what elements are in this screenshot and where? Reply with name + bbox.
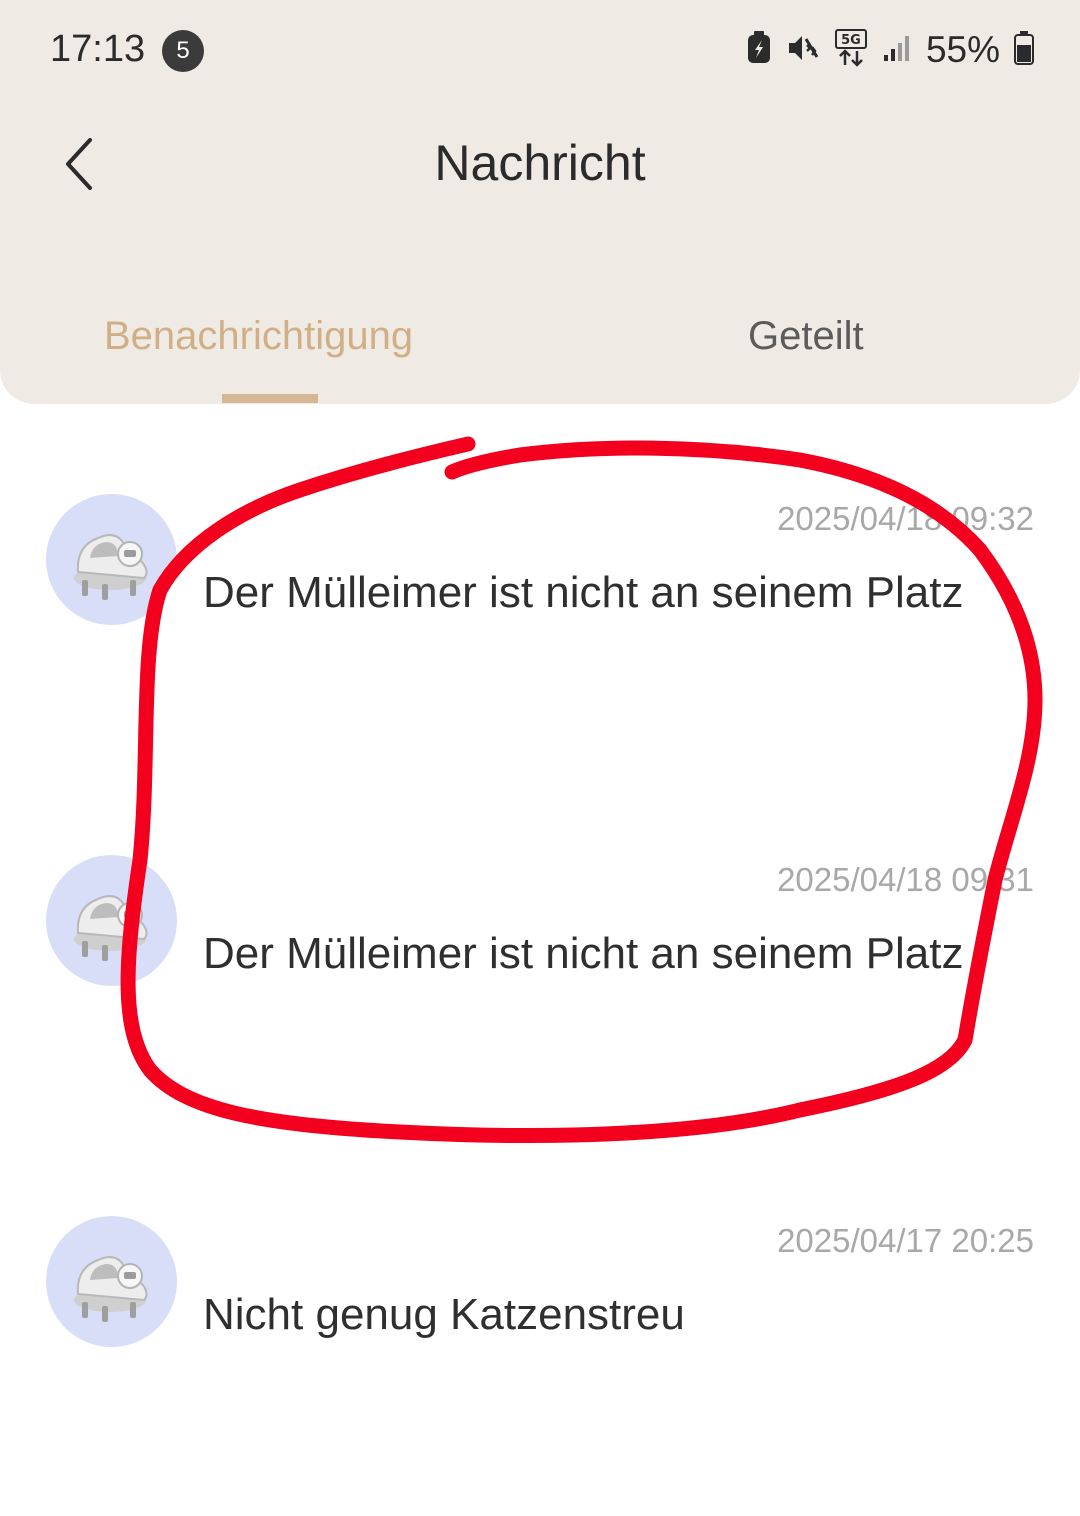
svg-text:5G: 5G xyxy=(841,33,861,48)
network-5g-icon: 5G xyxy=(834,28,868,72)
battery-percentage: 55% xyxy=(925,29,1000,70)
battery-saver-icon xyxy=(746,30,772,70)
battery-icon xyxy=(1014,30,1034,70)
notification-count-badge: 5 xyxy=(162,30,204,72)
tab-notifications[interactable]: Benachrichtigung xyxy=(104,314,413,359)
message-timestamp: 2025/04/17 20:25 xyxy=(777,1222,1034,1259)
message-timestamp: 2025/04/18 09:31 xyxy=(777,861,1034,898)
tab-shared[interactable]: Geteilt xyxy=(748,314,864,359)
mute-vibrate-icon xyxy=(786,31,820,70)
litter-box-device-icon xyxy=(74,895,148,961)
page-title: Nachricht xyxy=(434,135,646,191)
active-tab-indicator xyxy=(222,394,318,403)
message-item[interactable]: 2025/04/18 09:31 Der Mülleimer ist nicht… xyxy=(0,855,1080,1155)
litter-box-device-icon xyxy=(74,1256,148,1322)
status-icons: 5G 55% xyxy=(746,26,1034,74)
avatar xyxy=(46,494,177,625)
avatar xyxy=(46,1216,177,1347)
message-item[interactable]: 2025/04/17 20:25 Nicht genug Katzenstreu xyxy=(0,1216,1080,1516)
message-text: Der Mülleimer ist nicht an seinem Platz xyxy=(203,568,964,617)
message-item[interactable]: 2025/04/18 09:32 Der Mülleimer ist nicht… xyxy=(0,494,1080,794)
message-text: Nicht genug Katzenstreu xyxy=(203,1290,685,1339)
status-time: 17:13 xyxy=(50,28,146,70)
avatar xyxy=(46,855,177,986)
signal-strength-icon xyxy=(882,33,912,68)
litter-box-device-icon xyxy=(74,534,148,600)
header: 17:13 5 5G 55% Nachricht Benachrichtigun… xyxy=(0,0,1080,404)
status-bar: 17:13 5 5G 55% xyxy=(0,0,1080,100)
message-text: Der Mülleimer ist nicht an seinem Platz xyxy=(203,929,964,978)
message-timestamp: 2025/04/18 09:32 xyxy=(777,500,1034,537)
